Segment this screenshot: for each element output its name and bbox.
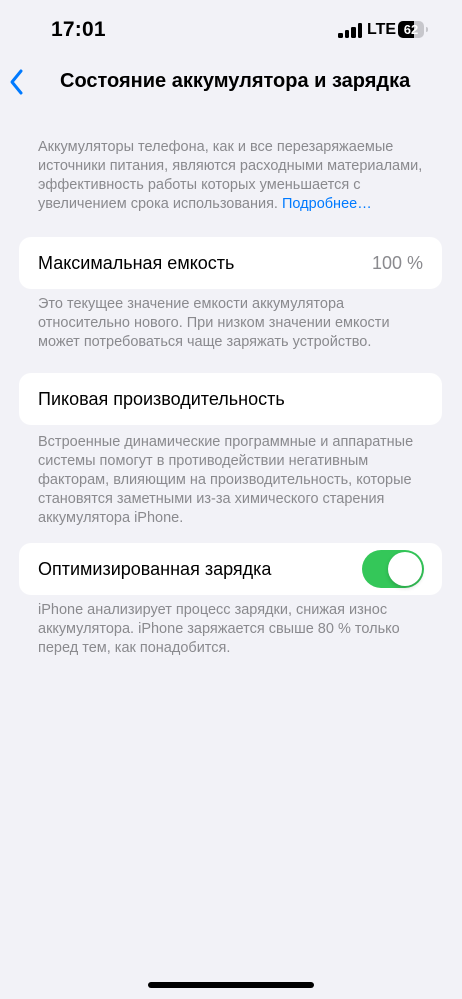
max-capacity-label: Максимальная емкость: [38, 253, 235, 273]
max-capacity-row: Максимальная емкость 100 %: [19, 237, 442, 289]
peak-performance-footer: Встроенные динамические программные и ап…: [38, 434, 414, 526]
optimized-charging-row: Оптимизированная зарядка: [19, 543, 442, 595]
max-capacity-footer: Это текущее значение емкости аккумулятор…: [38, 296, 390, 350]
home-indicator[interactable]: [148, 982, 314, 988]
network-type: LTE: [367, 21, 397, 38]
peak-performance-label: Пиковая производительность: [38, 389, 285, 409]
optimized-charging-label: Оптимизированная зарядка: [38, 559, 272, 579]
peak-performance-row: Пиковая производительность: [19, 373, 442, 425]
max-capacity-value: 100 %: [371, 253, 423, 273]
optimized-charging-toggle[interactable]: [362, 550, 424, 588]
intro-description: Аккумуляторы телефона, как и все перезар…: [38, 138, 430, 214]
page-title: Состояние аккумулятора и зарядка: [60, 70, 411, 92]
navigation-bar: Состояние аккумулятора и зарядка: [0, 58, 462, 108]
back-button[interactable]: [6, 66, 32, 98]
toggle-knob: [388, 552, 422, 586]
status-bar: 17:01 LTE 62: [0, 0, 462, 58]
learn-more-link[interactable]: Подробнее…: [282, 196, 372, 212]
chevron-left-icon: [10, 69, 23, 95]
battery-level: 62: [403, 22, 419, 37]
cellular-signal-icon: [338, 23, 362, 38]
optimized-charging-footer: iPhone анализирует процесс зарядки, сниж…: [38, 602, 400, 656]
status-time: 17:01: [51, 18, 106, 41]
battery-icon: 62: [398, 21, 428, 38]
